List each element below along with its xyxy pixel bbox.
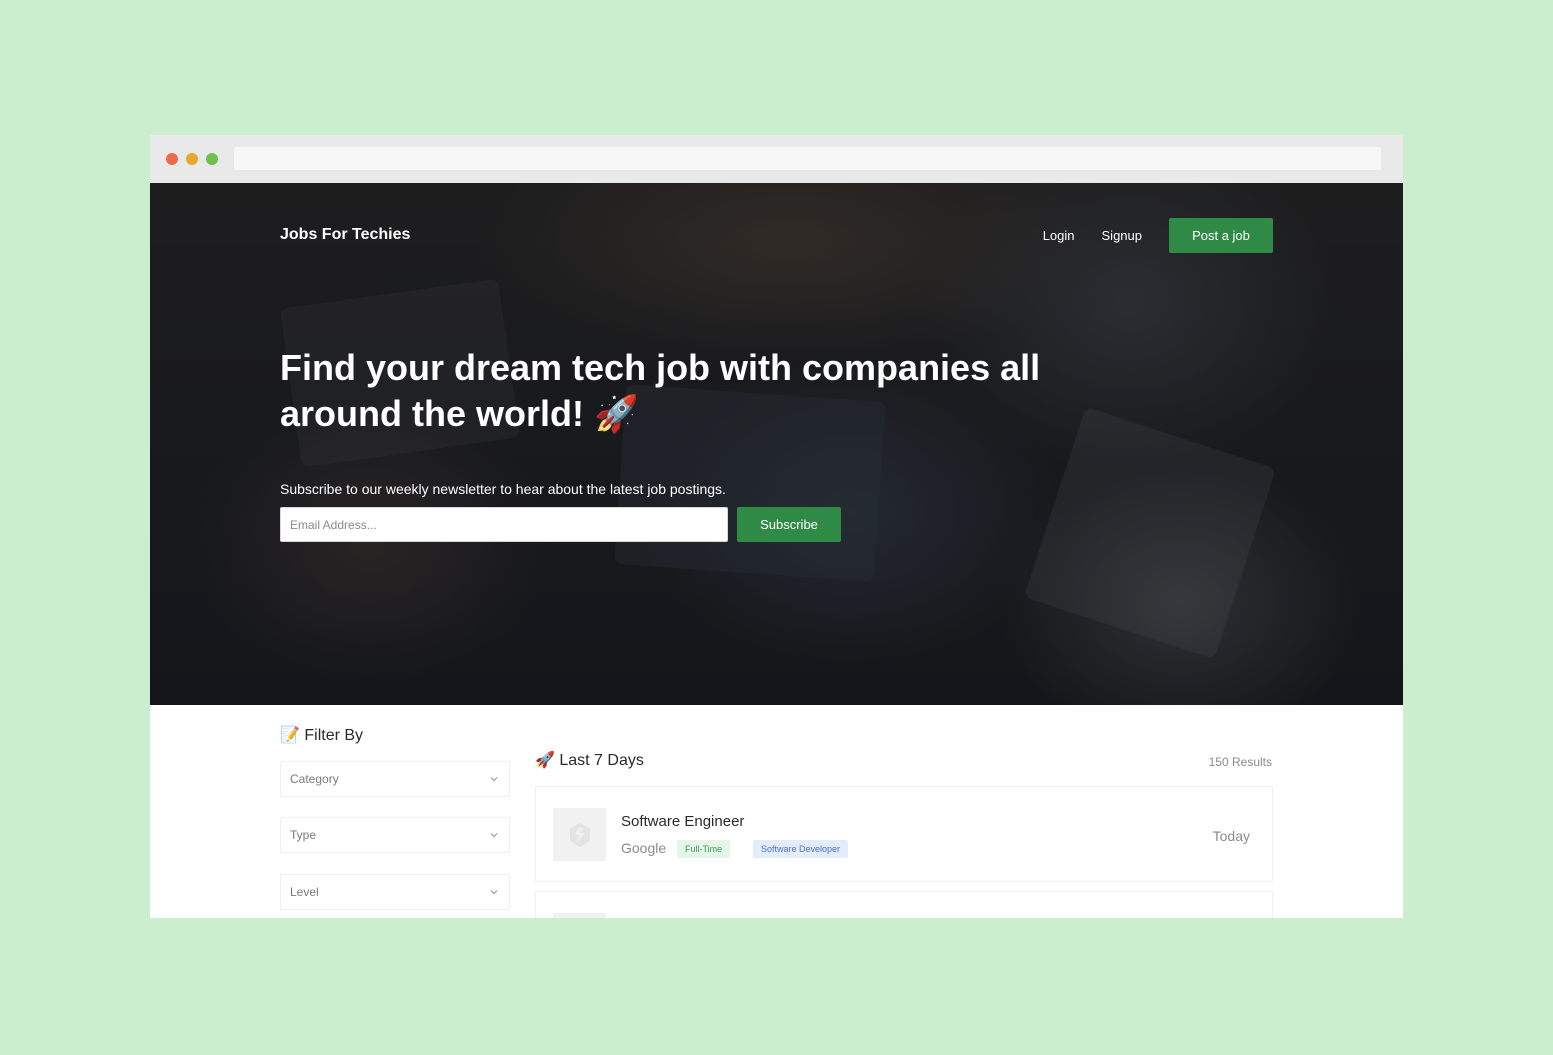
address-bar[interactable] [234, 147, 1381, 170]
company-logo-icon [553, 808, 606, 861]
level-select-label: Level [290, 885, 319, 899]
job-type-badge: Full-Time [677, 840, 731, 858]
job-card[interactable]: Software Engineer Google Full-Time Softw… [535, 786, 1273, 882]
chevron-down-icon [490, 833, 498, 838]
minimize-dot[interactable] [186, 153, 198, 165]
newsletter-text: Subscribe to our weekly newsletter to he… [280, 481, 726, 497]
browser-window: Jobs For Techies Login Signup Post a job… [150, 135, 1403, 918]
hero-overlay [150, 183, 1403, 705]
job-date: Today [1212, 828, 1250, 844]
signup-link[interactable]: Signup [1102, 228, 1142, 243]
results-title: 🚀 Last 7 Days [535, 752, 644, 769]
page-title: Find your dream tech job with companies … [280, 347, 1041, 434]
top-nav: Jobs For Techies Login Signup Post a job [280, 217, 1273, 253]
chevron-down-icon [490, 890, 498, 895]
type-select[interactable]: Type [280, 817, 510, 853]
browser-toolbar [150, 135, 1403, 183]
chevron-down-icon [490, 777, 498, 782]
main-content: 📝 Filter By Category Type Level 🚀 Last 7… [150, 705, 1403, 918]
login-link[interactable]: Login [1043, 228, 1075, 243]
hero-section: Jobs For Techies Login Signup Post a job… [150, 183, 1403, 705]
level-select[interactable]: Level [280, 874, 510, 910]
close-dot[interactable] [166, 153, 178, 165]
job-category-badge: Software Developer [753, 840, 849, 858]
filter-title: 📝 Filter By [280, 727, 364, 744]
post-job-button[interactable]: Post a job [1169, 217, 1273, 253]
company-logo-glyph [569, 822, 590, 847]
category-select[interactable]: Category [280, 761, 510, 797]
job-card[interactable] [535, 891, 1273, 918]
maximize-dot[interactable] [206, 153, 218, 165]
nav-actions: Login Signup Post a job [1043, 217, 1273, 253]
type-select-label: Type [290, 828, 317, 842]
results-count: 150 Results [1208, 755, 1272, 769]
subscribe-button[interactable]: Subscribe [737, 507, 841, 542]
company-name: Google [621, 840, 667, 856]
email-field[interactable] [280, 507, 728, 542]
brand-logo[interactable]: Jobs For Techies [280, 226, 410, 244]
category-select-label: Category [290, 772, 339, 786]
company-logo-icon [553, 913, 606, 918]
job-title[interactable]: Software Engineer [621, 813, 744, 830]
